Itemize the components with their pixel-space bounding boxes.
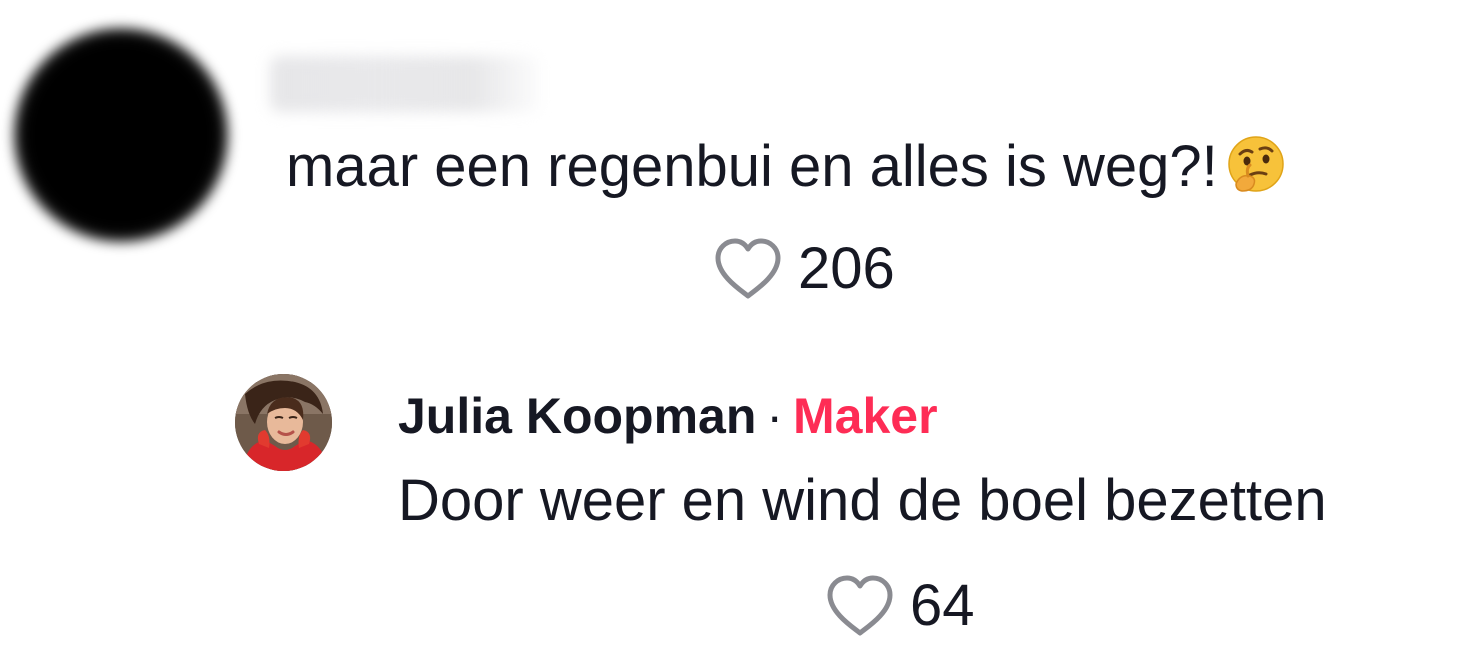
comment-like[interactable]: 206	[712, 236, 895, 302]
comment-text: maar een regenbui en alles is weg?!	[286, 134, 1286, 200]
reply-header: Julia Koopman · Maker	[398, 386, 938, 446]
maker-badge: Maker	[793, 388, 938, 444]
reply-author-name[interactable]: Julia Koopman	[398, 388, 756, 444]
reply-text: Door weer en wind de boel bezetten	[398, 468, 1327, 533]
reply-author-avatar[interactable]	[235, 374, 332, 471]
reply-like-count: 64	[910, 573, 975, 638]
commenter-username[interactable]	[270, 56, 540, 112]
separator-dot: ·	[766, 388, 784, 444]
heart-outline-icon[interactable]	[824, 573, 896, 639]
heart-outline-icon[interactable]	[712, 236, 784, 302]
comment-like-count: 206	[798, 236, 895, 301]
thinking-face-icon	[1226, 134, 1286, 194]
comment-text-content: maar een regenbui en alles is weg?!	[286, 134, 1218, 199]
reply-like[interactable]: 64	[824, 573, 975, 639]
commenter-avatar[interactable]	[14, 28, 228, 242]
